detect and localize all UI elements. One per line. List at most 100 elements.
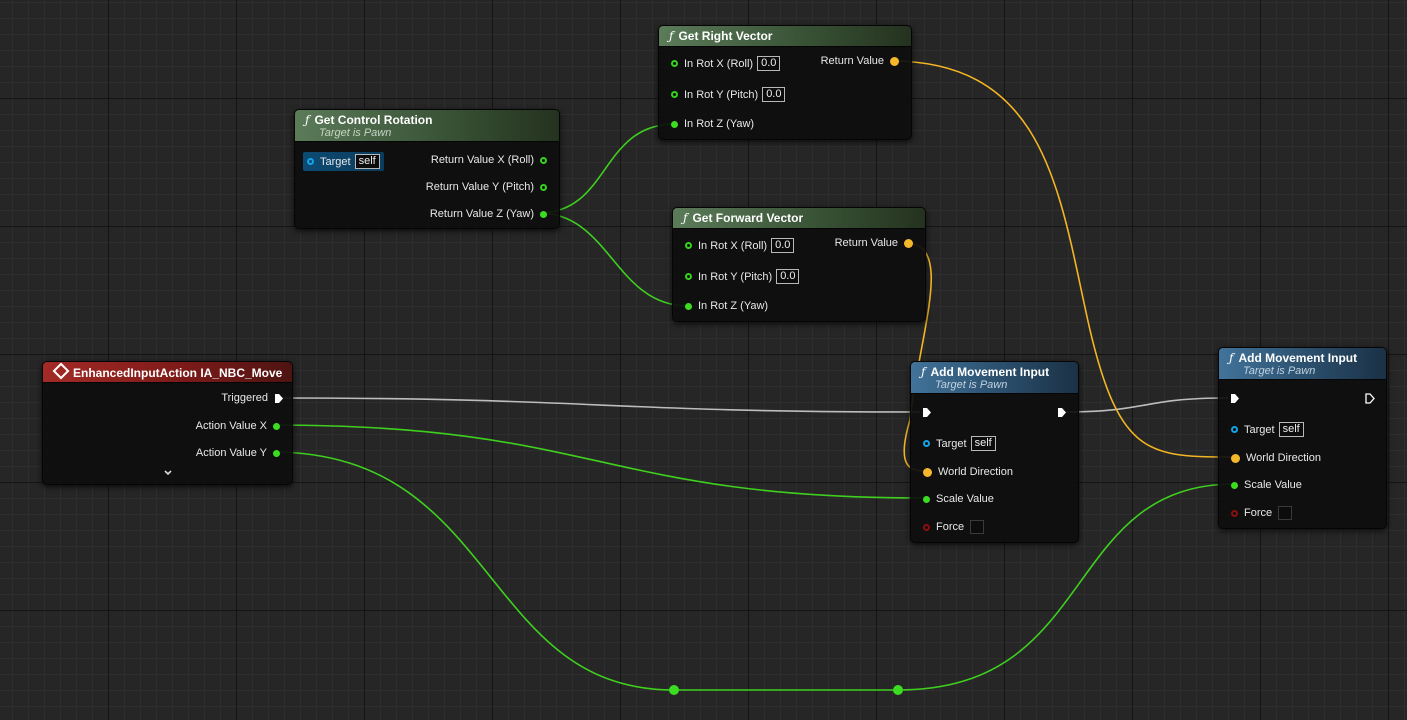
action-value-x-pin[interactable]: [273, 422, 280, 430]
reroute-node-1[interactable]: [669, 685, 679, 695]
pin-row-action-value-x: Action Value X: [196, 420, 280, 432]
add-movement-input-node-1[interactable]: ƒ Add Movement Input Target is Pawn Targe…: [910, 361, 1079, 543]
function-icon: ƒ: [683, 211, 688, 225]
event-node-header[interactable]: EnhancedInputAction IA_NBC_Move: [43, 362, 292, 383]
force-pin[interactable]: [923, 523, 930, 531]
rot-z-pin[interactable]: [671, 120, 678, 128]
add-movement-input-node-2[interactable]: ƒ Add Movement Input Target is Pawn Targe…: [1218, 347, 1387, 529]
exec-wire-triggered-to-add-movement-1[interactable]: [276, 397, 921, 413]
get-forward-vector-title: Get Forward Vector: [692, 211, 804, 225]
rot-x-pin[interactable]: [685, 242, 692, 249]
target-pin[interactable]: [923, 440, 930, 447]
pin-row-rot-z: In Rot Z (Yaw): [671, 118, 754, 130]
pin-row-rot-y: In Rot Y (Pitch) 0.0: [685, 269, 800, 284]
chevron-down-icon[interactable]: [163, 469, 173, 477]
float-wire-action-y-to-reroute-1[interactable]: [271, 451, 675, 691]
return-y-pin[interactable]: [540, 183, 547, 191]
get-control-rotation-title: Get Control Rotation: [314, 113, 433, 127]
rot-y-pin[interactable]: [671, 91, 678, 98]
pin-row-return-z: Return Value Z (Yaw): [430, 208, 547, 220]
get-control-rotation-node[interactable]: ƒ Get Control Rotation Target is Pawn Tar…: [294, 109, 560, 229]
float-wire-control-z-to-forward-z[interactable]: [538, 212, 689, 307]
rot-y-pin[interactable]: [685, 273, 692, 280]
action-value-x-label: Action Value X: [195, 420, 267, 432]
scale-value-pin[interactable]: [923, 495, 930, 503]
world-direction-pin[interactable]: [1231, 453, 1240, 463]
rot-x-field[interactable]: 0.0: [771, 238, 795, 253]
add-movement-input-header[interactable]: ƒ Add Movement Input Target is Pawn: [911, 362, 1078, 394]
pin-row-rot-x: In Rot X (Roll) 0.0: [671, 56, 781, 71]
return-x-label: Return Value X (Roll): [430, 154, 534, 166]
exec-out-pin-icon[interactable]: [274, 393, 284, 404]
float-wire-action-x-to-scale-1[interactable]: [271, 424, 927, 499]
rot-x-pin[interactable]: [671, 60, 678, 67]
add-movement-input-title: Add Movement Input: [930, 365, 1050, 379]
rot-y-label: In Rot Y (Pitch): [684, 88, 759, 101]
target-pin[interactable]: [1231, 426, 1238, 433]
pin-row-world-direction: World Direction: [1231, 452, 1321, 464]
exec-in-pin-icon[interactable]: [922, 407, 932, 418]
pin-row-action-value-y: Action Value Y: [196, 447, 280, 459]
return-x-pin[interactable]: [540, 156, 547, 164]
pin-row-rot-y: In Rot Y (Pitch) 0.0: [671, 87, 786, 102]
return-value-pin[interactable]: [904, 238, 913, 248]
function-icon: ƒ: [305, 113, 310, 127]
triggered-label: Triggered: [221, 392, 268, 404]
exec-out-pin-icon[interactable]: [1365, 393, 1375, 404]
exec-in-pin-icon[interactable]: [1230, 393, 1240, 404]
add-movement-input-subtitle: Target is Pawn: [935, 379, 1008, 391]
target-label: Target: [1244, 423, 1275, 436]
event-diamond-icon: [52, 362, 70, 380]
exec-out-pin-icon[interactable]: [1057, 407, 1067, 418]
get-forward-vector-header[interactable]: ƒ Get Forward Vector: [673, 208, 925, 229]
target-pin[interactable]: [307, 158, 314, 165]
pin-row-rot-z: In Rot Z (Yaw): [685, 300, 768, 312]
force-checkbox[interactable]: [1278, 506, 1293, 520]
return-value-label: Return Value: [834, 237, 898, 249]
add-movement-input-header[interactable]: ƒ Add Movement Input Target is Pawn: [1219, 348, 1386, 380]
force-checkbox[interactable]: [970, 520, 985, 534]
get-control-rotation-header[interactable]: ƒ Get Control Rotation Target is Pawn: [295, 110, 559, 142]
target-self-field[interactable]: self: [1278, 422, 1304, 437]
target-self-field[interactable]: self: [354, 154, 380, 169]
return-z-label: Return Value Z (Yaw): [429, 208, 534, 220]
rot-y-field[interactable]: 0.0: [762, 87, 786, 102]
return-z-pin[interactable]: [540, 210, 547, 218]
get-right-vector-header[interactable]: ƒ Get Right Vector: [659, 26, 911, 47]
pin-row-target: Target self: [303, 152, 384, 171]
pin-row-scale-value: Scale Value: [923, 493, 994, 505]
function-icon: ƒ: [921, 365, 926, 379]
rot-z-label: In Rot Z (Yaw): [698, 300, 769, 312]
rot-y-label: In Rot Y (Pitch): [698, 270, 773, 283]
rot-y-field[interactable]: 0.0: [776, 269, 800, 284]
pin-row-target: Target self: [1231, 422, 1304, 437]
exec-wire-add-movement-1-to-2[interactable]: [1062, 397, 1229, 413]
function-icon: ƒ: [669, 29, 674, 43]
pin-row-scale-value: Scale Value: [1231, 479, 1302, 491]
force-pin[interactable]: [1231, 509, 1238, 517]
scale-value-pin[interactable]: [1231, 481, 1238, 489]
world-direction-label: World Direction: [938, 466, 1013, 478]
return-value-pin[interactable]: [890, 56, 899, 66]
target-self-field[interactable]: self: [970, 436, 996, 451]
pin-row-force: Force: [1231, 506, 1293, 520]
return-value-label: Return Value: [820, 55, 884, 67]
pin-row-return-value: Return Value: [821, 55, 899, 67]
add-movement-input-subtitle: Target is Pawn: [1243, 365, 1316, 377]
event-node-title: EnhancedInputAction IA_NBC_Move: [73, 366, 283, 380]
world-direction-pin[interactable]: [923, 467, 932, 477]
rot-x-field[interactable]: 0.0: [757, 56, 781, 71]
pin-row-world-direction: World Direction: [923, 466, 1013, 478]
get-right-vector-node[interactable]: ƒ Get Right Vector In Rot X (Roll) 0.0 Re…: [658, 25, 912, 140]
rot-z-pin[interactable]: [685, 302, 692, 310]
add-movement-input-title: Add Movement Input: [1238, 351, 1358, 365]
get-control-rotation-subtitle: Target is Pawn: [319, 127, 392, 139]
reroute-node-2[interactable]: [893, 685, 903, 695]
enhanced-input-action-node[interactable]: EnhancedInputAction IA_NBC_Move Triggere…: [42, 361, 293, 485]
get-right-vector-title: Get Right Vector: [678, 29, 773, 43]
action-value-y-pin[interactable]: [273, 449, 280, 457]
get-forward-vector-node[interactable]: ƒ Get Forward Vector In Rot X (Roll) 0.0 …: [672, 207, 926, 322]
pin-row-force: Force: [923, 520, 985, 534]
rot-x-label: In Rot X (Roll): [684, 57, 754, 70]
function-icon: ƒ: [1229, 351, 1234, 365]
